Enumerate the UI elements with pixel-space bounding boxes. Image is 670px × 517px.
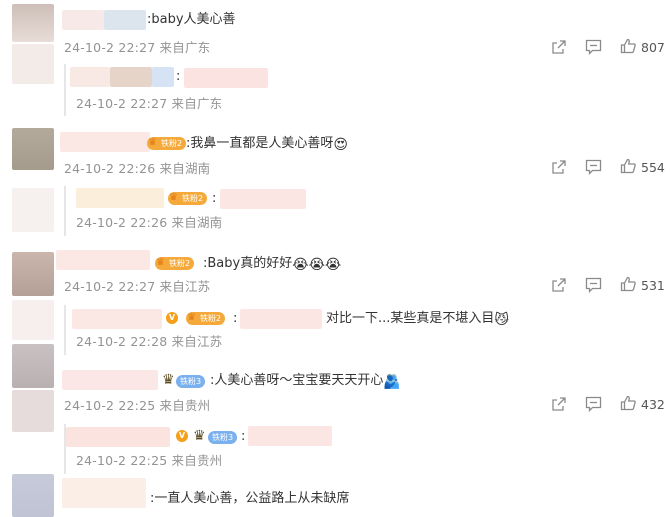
username-blurred[interactable] <box>62 370 158 390</box>
reply-text-blurred <box>240 309 322 329</box>
comment-meta: 24-10-2 22:27 来自广东 <box>64 40 211 55</box>
username-blurred[interactable] <box>104 10 146 30</box>
like-count: 531 <box>641 278 665 293</box>
thumbs-up-icon[interactable] <box>620 158 636 174</box>
reply-text-blurred <box>184 68 268 88</box>
username-blurred[interactable] <box>72 309 162 329</box>
avatar[interactable] <box>12 128 54 170</box>
avatar[interactable] <box>12 4 54 42</box>
reply-text: : <box>233 311 238 326</box>
verified-v-icon: V <box>176 430 188 442</box>
avatar-shadow <box>12 44 54 84</box>
verified-v-icon: V <box>166 312 178 324</box>
comment-text-body: :Baby真的好好 <box>203 256 293 271</box>
username-blurred[interactable] <box>62 478 146 508</box>
reply-text-body: 对比一下...某些真是不堪入目 <box>326 311 495 326</box>
thumbs-up-icon[interactable] <box>620 276 636 292</box>
crown-icon: ♛ <box>187 312 196 323</box>
thumbs-up-icon[interactable] <box>620 395 636 411</box>
fan-badge-label: 铁粉3 <box>180 377 202 386</box>
comment-icon[interactable] <box>585 277 602 293</box>
share-icon[interactable] <box>551 159 567 175</box>
avatar-shadow <box>12 300 54 340</box>
like-count: 554 <box>641 160 665 175</box>
username-blurred[interactable] <box>76 188 164 208</box>
username-blurred[interactable] <box>66 427 170 447</box>
hug-emoji: 🫂 <box>383 374 401 390</box>
reply-meta: 24-10-2 22:25 来自贵州 <box>76 453 223 468</box>
crown-icon: ♛ <box>148 137 157 148</box>
share-icon[interactable] <box>551 39 567 55</box>
fan-badge-label: 铁粉2 <box>169 259 191 268</box>
fan-badge-label: 铁粉2 <box>161 139 183 148</box>
comment-text: :一直人美心善，公益路上从未缺席 <box>150 491 350 506</box>
comment-meta: 24-10-2 22:25 来自贵州 <box>64 398 211 413</box>
username-blurred[interactable] <box>70 67 110 87</box>
fan-badge-label: 铁粉3 <box>212 433 234 442</box>
fan-badge-label: 铁粉2 <box>200 314 222 323</box>
username-blurred[interactable] <box>62 10 104 30</box>
reply-meta: 24-10-2 22:28 来自江苏 <box>76 334 223 349</box>
avatar-shadow <box>12 390 54 432</box>
crown-icon: ♛ <box>156 257 165 268</box>
crown-icon: ♛ <box>193 428 206 444</box>
avatar-shadow <box>12 188 54 232</box>
crown-icon: ♛ <box>162 372 175 388</box>
fan-badge: ♛ 铁粉2 <box>155 257 195 270</box>
fan-badge: 铁粉3 <box>208 431 238 444</box>
reply-meta: 24-10-2 22:26 来自湖南 <box>76 215 223 230</box>
crown-icon: ♛ <box>169 192 178 203</box>
comment-text: :Baby真的好好😭😭😭 <box>203 255 341 273</box>
comment-icon[interactable] <box>585 39 602 55</box>
reply-text: : <box>212 191 217 206</box>
reply-text-blurred <box>220 189 306 209</box>
fan-badge: ♛ 铁粉2 <box>186 312 226 325</box>
like-count: 432 <box>641 397 665 412</box>
username-blurred[interactable] <box>56 250 150 270</box>
thumbs-up-icon[interactable] <box>620 38 636 54</box>
reply-text-visible: 对比一下...某些真是不堪入目😼 <box>326 310 509 328</box>
reply-meta: 24-10-2 22:27 来自广东 <box>76 96 223 111</box>
comment-meta: 24-10-2 22:27 来自江苏 <box>64 279 211 294</box>
avatar[interactable] <box>12 344 54 388</box>
comment-meta: 24-10-2 22:26 来自湖南 <box>64 161 211 176</box>
heart-eyes-emoji: 😍 <box>333 137 348 153</box>
fan-badge: 铁粉3 <box>176 375 206 388</box>
cat-emoji: 😼 <box>494 312 510 328</box>
comment-icon[interactable] <box>585 396 602 412</box>
avatar[interactable] <box>12 252 54 296</box>
comment-text-body: :人美心善呀～宝宝要天天开心 <box>210 373 384 388</box>
reply-text: : <box>176 69 181 84</box>
fan-badge: ♛ 铁粉2 <box>147 137 187 150</box>
username-blurred[interactable] <box>110 67 152 87</box>
fan-badge-label: 铁粉2 <box>182 194 204 203</box>
fan-badge: ♛ 铁粉2 <box>168 192 208 205</box>
like-count: 807 <box>641 40 665 55</box>
username-blurred[interactable] <box>60 132 150 152</box>
reply-text-blurred <box>248 426 332 446</box>
comment-text: :我鼻一直都是人美心善呀😍 <box>186 135 348 153</box>
comment-text: :baby人美心善 <box>147 12 236 27</box>
avatar[interactable] <box>12 474 54 517</box>
comment-text-body: :我鼻一直都是人美心善呀 <box>186 136 334 151</box>
crying-emoji: 😭😭😭 <box>292 257 342 273</box>
share-icon[interactable] <box>551 277 567 293</box>
share-icon[interactable] <box>551 396 567 412</box>
username-blurred[interactable] <box>152 67 174 87</box>
comment-icon[interactable] <box>585 159 602 175</box>
comment-text: :人美心善呀～宝宝要天天开心🫂 <box>210 372 401 390</box>
reply-text: : <box>241 429 246 444</box>
